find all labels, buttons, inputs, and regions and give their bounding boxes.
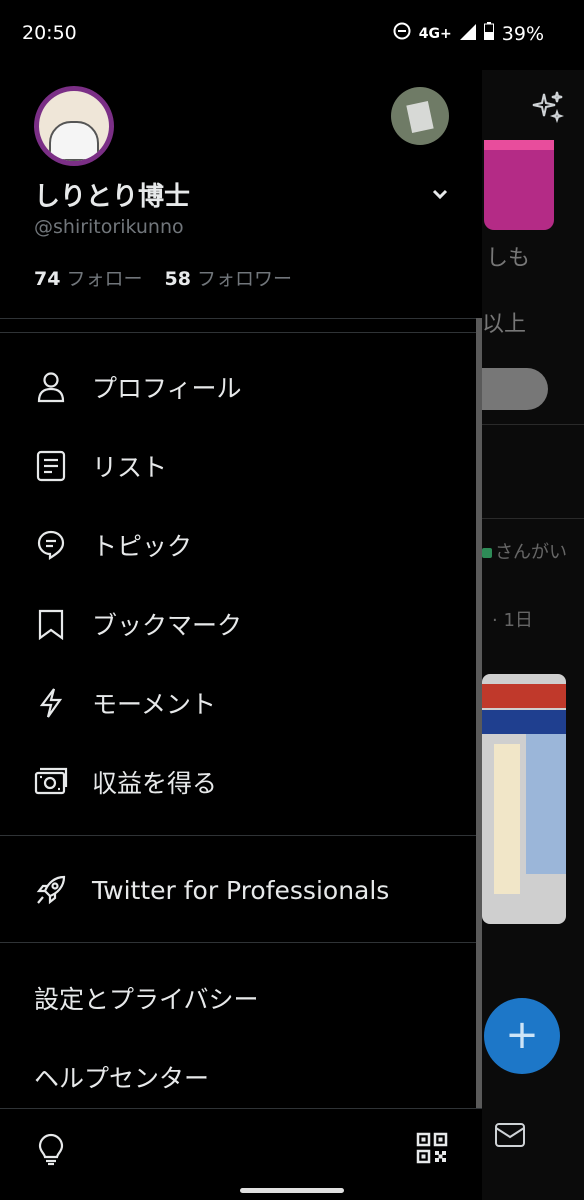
bookmark-icon — [34, 607, 68, 641]
menu-item-lists[interactable]: リスト — [0, 436, 476, 496]
menu-item-label: リスト — [92, 453, 168, 482]
topic-icon — [34, 528, 68, 562]
menu-item-label: モーメント — [92, 690, 217, 719]
rocket-icon — [34, 873, 68, 907]
menu-item-professionals[interactable]: Twitter for Professionals — [0, 860, 476, 920]
battery-percent: 39% — [501, 22, 544, 45]
avatar[interactable] — [34, 86, 114, 166]
followers-link[interactable]: 58 フォロワー — [165, 268, 293, 290]
tweet-divider — [482, 518, 584, 519]
sparkle-icon[interactable] — [530, 90, 565, 128]
menu-item-topics[interactable]: トピック — [0, 515, 476, 575]
signal-icon — [459, 23, 476, 45]
divider — [0, 942, 482, 943]
menu-item-moments[interactable]: モーメント — [0, 673, 476, 733]
tweet-time: · 1日 — [492, 610, 533, 631]
qr-code-icon[interactable] — [416, 1132, 448, 1168]
dnd-icon — [393, 22, 411, 45]
profile-name[interactable]: しりとり博士 — [34, 176, 190, 213]
tweet-text-fragment: しも — [486, 246, 531, 271]
divider — [0, 835, 482, 836]
menu-item-monetization[interactable]: 収益を得る — [0, 752, 476, 812]
tweet-photo[interactable] — [482, 674, 566, 924]
navigation-drawer: しりとり博士 @shiritorikunno 74 フォロー 58 フォロワー プ… — [0, 70, 482, 1200]
switch-account-avatar[interactable] — [391, 87, 449, 145]
timeline-background: しも 以上 さんがい · 1日 + — [482, 70, 584, 1200]
person-icon — [34, 370, 68, 404]
menu-item-label: トピック — [92, 532, 193, 561]
menu-item-profile[interactable]: プロフィール — [0, 357, 476, 417]
compose-button[interactable]: + — [484, 998, 560, 1074]
following-link[interactable]: 74 フォロー — [34, 268, 143, 290]
list-icon — [34, 449, 68, 483]
chevron-down-icon[interactable] — [430, 186, 450, 205]
money-icon — [34, 765, 68, 799]
tweet-divider — [482, 424, 584, 425]
tweet-card-image-body — [484, 150, 554, 230]
menu-item-label: Twitter for Professionals — [92, 875, 390, 905]
drawer-footer — [0, 1108, 482, 1200]
menu-item-label: ブックマーク — [92, 611, 243, 640]
network-type: 4G+ — [418, 25, 452, 42]
profile-handle: @shiritorikunno — [34, 216, 184, 238]
menu-item-label: 収益を得る — [92, 769, 218, 798]
status-time: 20:50 — [22, 22, 77, 44]
menu-item-label: プロフィール — [92, 374, 242, 403]
lightning-icon — [34, 686, 68, 720]
divider — [0, 318, 482, 319]
drawer-scrollbar[interactable] — [476, 318, 482, 1108]
follow-stats: 74 フォロー 58 フォロワー — [34, 264, 292, 291]
menu-item-bookmarks[interactable]: ブックマーク — [0, 594, 476, 654]
home-indicator[interactable] — [240, 1188, 344, 1193]
tweet-text-fragment: 以上 — [482, 312, 527, 337]
status-bar: 20:50 4G+ 39% — [0, 0, 584, 70]
tweet-author[interactable]: さんがい — [482, 538, 567, 564]
lightbulb-icon[interactable] — [36, 1132, 66, 1170]
mail-icon[interactable] — [494, 1122, 526, 1148]
divider — [0, 332, 482, 333]
help-center-link[interactable]: ヘルプセンター — [34, 1059, 209, 1095]
battery-icon — [483, 22, 494, 45]
tweet-card-button[interactable] — [482, 368, 548, 410]
settings-privacy-link[interactable]: 設定とプライバシー — [34, 980, 259, 1016]
